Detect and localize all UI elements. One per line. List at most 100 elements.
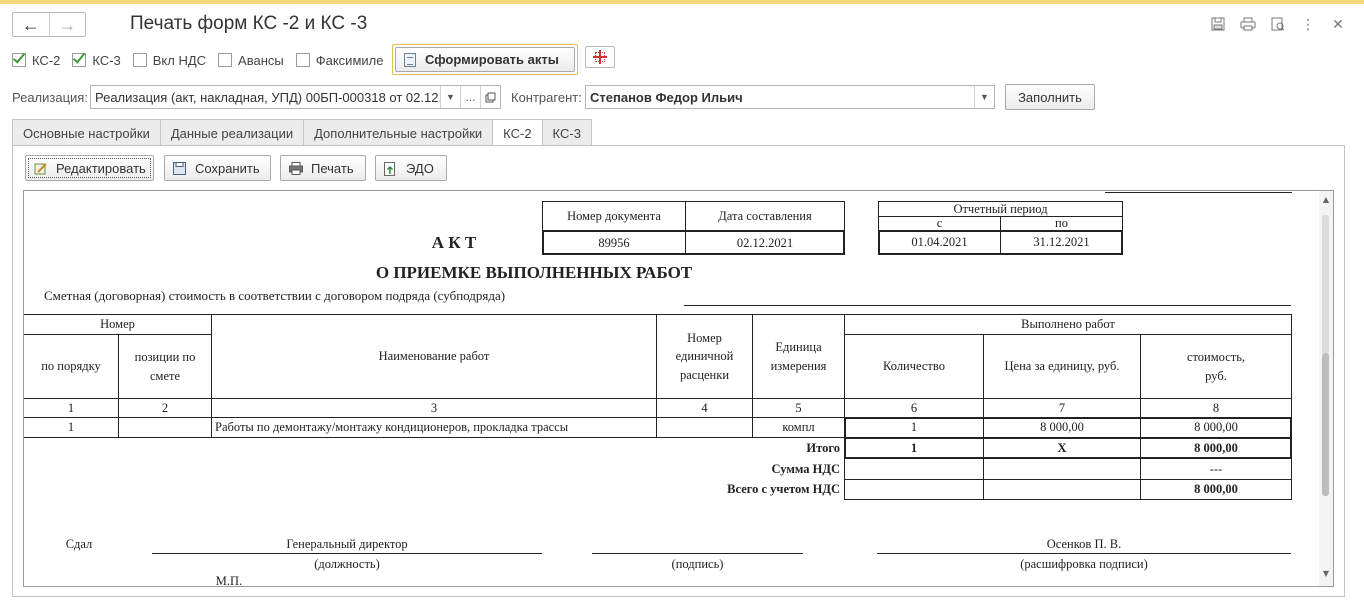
checkbox-box[interactable] <box>12 50 26 67</box>
name-value: Осенков П. В. <box>1046 536 1122 551</box>
doc-number-header: Номер документа <box>567 208 661 223</box>
total-qty: 1 <box>910 441 918 456</box>
period-from-value: 01.04.2021 <box>911 235 968 250</box>
preview-icon[interactable] <box>1270 16 1286 32</box>
checkbox-box[interactable] <box>218 53 233 67</box>
checkbox-box[interactable] <box>72 50 87 67</box>
th-qty: Количество <box>883 359 945 374</box>
th-unit: Единица измерения <box>770 340 827 373</box>
row-cost: 8 000,00 <box>1194 420 1238 435</box>
stamp-label: М.П. <box>215 573 243 587</box>
window-actions: ⋮ ✕ <box>1210 16 1346 32</box>
tab-realization-data[interactable]: Данные реализации <box>159 119 305 146</box>
period-header: Отчетный период <box>953 201 1048 216</box>
scroll-track[interactable] <box>1322 215 1329 355</box>
th-price: Цена за единицу, руб. <box>1004 359 1120 374</box>
dropdown-arrow-icon[interactable]: ▼ <box>974 86 994 108</box>
signature-line <box>592 553 803 554</box>
period-from-label: с <box>936 216 943 231</box>
check-icon <box>12 50 26 64</box>
row-unit: компл <box>782 420 815 435</box>
row-price: 8 000,00 <box>1040 420 1084 435</box>
total-cost: 8 000,00 <box>1194 441 1238 456</box>
edit-label: Редактировать <box>56 160 146 176</box>
open-link-icon[interactable] <box>480 86 500 108</box>
save-button[interactable]: Сохранить <box>164 155 271 181</box>
scroll-down-icon[interactable]: ▼ <box>1319 569 1333 579</box>
checkbox-box[interactable] <box>132 53 147 67</box>
options-row: КС-2 КС-3 Вкл НДС Авансы Факсимиле <box>12 48 395 72</box>
grand-total-cost: 8 000,00 <box>1194 482 1238 497</box>
vertical-scrollbar[interactable]: ▲ ▼ <box>1319 191 1333 586</box>
vat-label: Сумма НДС <box>771 461 840 476</box>
edit-button[interactable]: Редактировать <box>25 155 154 181</box>
ks3-label: КС-3 <box>92 52 121 68</box>
act-subtitle: О ПРИЕМКЕ ВЫПОЛНЕННЫХ РАБОТ <box>375 262 693 282</box>
col-divider-8 <box>1291 314 1292 500</box>
name-line <box>877 553 1291 554</box>
counterparty-value[interactable]: Степанов Федор Ильич <box>586 90 974 105</box>
more-menu-icon[interactable]: ⋮ <box>1300 16 1316 32</box>
handed-label: Сдал <box>65 536 93 551</box>
edo-upload-icon <box>384 161 398 176</box>
position-caption: (должность) <box>314 556 380 571</box>
ks2-checkbox[interactable]: КС-2 <box>12 50 60 68</box>
stamp-logo-icon <box>592 50 608 64</box>
doc-date-value: 02.12.2021 <box>736 235 794 250</box>
realization-value[interactable]: Реализация (акт, накладная, УПД) 00БП-00… <box>91 90 440 105</box>
back-arrow-icon[interactable]: ← <box>13 13 49 36</box>
logo-settings-button[interactable] <box>585 46 615 68</box>
form-acts-button[interactable]: Сформировать акты <box>392 44 578 75</box>
position-line <box>152 553 542 554</box>
edo-button[interactable]: ЭДО <box>375 155 447 181</box>
tab-additional-settings[interactable]: Дополнительные настройки <box>303 119 494 146</box>
ks3-checkbox[interactable]: КС-3 <box>72 50 121 68</box>
print-button[interactable]: Печать <box>280 155 366 181</box>
grand-bottom-rule <box>844 499 1291 500</box>
doc-number-value: 89956 <box>598 235 630 250</box>
row-bottom-rule <box>24 437 844 438</box>
period-to-value: 31.12.2021 <box>1033 235 1090 250</box>
scroll-up-icon[interactable]: ▲ <box>1319 195 1333 205</box>
save-disk-icon[interactable] <box>1210 16 1226 32</box>
period-to-label: по <box>1055 216 1068 231</box>
signature-caption: (подпись) <box>671 556 724 571</box>
forward-arrow-icon[interactable]: → <box>48 13 86 36</box>
printer-icon[interactable] <box>1240 16 1256 32</box>
facsimile-checkbox[interactable]: Факсимиле <box>295 53 383 68</box>
counterparty-field[interactable]: Степанов Федор Ильич ▼ <box>585 85 995 109</box>
tab-bar: Основные настройки Данные реализации Доп… <box>12 119 592 147</box>
tab-main-settings[interactable]: Основные настройки <box>12 119 161 146</box>
th-name: Наименование работ <box>378 349 490 364</box>
colnum-4: 4 <box>701 400 708 415</box>
printer-icon <box>289 161 303 175</box>
vat-checkbox[interactable]: Вкл НДС <box>132 53 206 68</box>
document-icon <box>404 52 416 67</box>
act-title: А К Т <box>431 232 477 252</box>
counterparty-label: Контрагент: <box>511 90 582 105</box>
fill-button[interactable]: Заполнить <box>1005 84 1095 110</box>
select-ellipsis-button[interactable]: ... <box>460 86 480 108</box>
print-label: Печать <box>311 160 354 176</box>
th-position: позиции по смете <box>134 350 196 383</box>
form-acts-button-face[interactable]: Сформировать акты <box>395 47 575 72</box>
colnum-2: 2 <box>161 400 169 415</box>
check-icon <box>73 50 86 64</box>
tab-ks2[interactable]: КС-2 <box>492 119 543 147</box>
close-icon[interactable]: ✕ <box>1330 16 1346 32</box>
ks2-document-sheet[interactable]: Номер документа Дата составления 89956 0… <box>23 190 1334 587</box>
realization-field[interactable]: Реализация (акт, накладная, УПД) 00БП-00… <box>90 85 501 109</box>
position-value: Генеральный директор <box>286 536 408 551</box>
th-done: Выполнено работ <box>1021 317 1115 332</box>
row-qty: 1 <box>910 420 918 435</box>
grand-total-label: Всего с учетом НДС <box>727 482 840 497</box>
tab-ks3[interactable]: КС-3 <box>541 119 592 146</box>
checkbox-box[interactable] <box>295 53 310 67</box>
dropdown-arrow-icon[interactable]: ▼ <box>440 86 460 108</box>
scroll-thumb[interactable] <box>1322 353 1329 496</box>
row-position <box>119 418 211 437</box>
vat-cost: --- <box>1209 461 1223 476</box>
advances-checkbox[interactable]: Авансы <box>218 53 284 68</box>
window-top-accent <box>0 0 1364 4</box>
th-unit-price-no: Номер единичной расценки <box>675 331 734 382</box>
